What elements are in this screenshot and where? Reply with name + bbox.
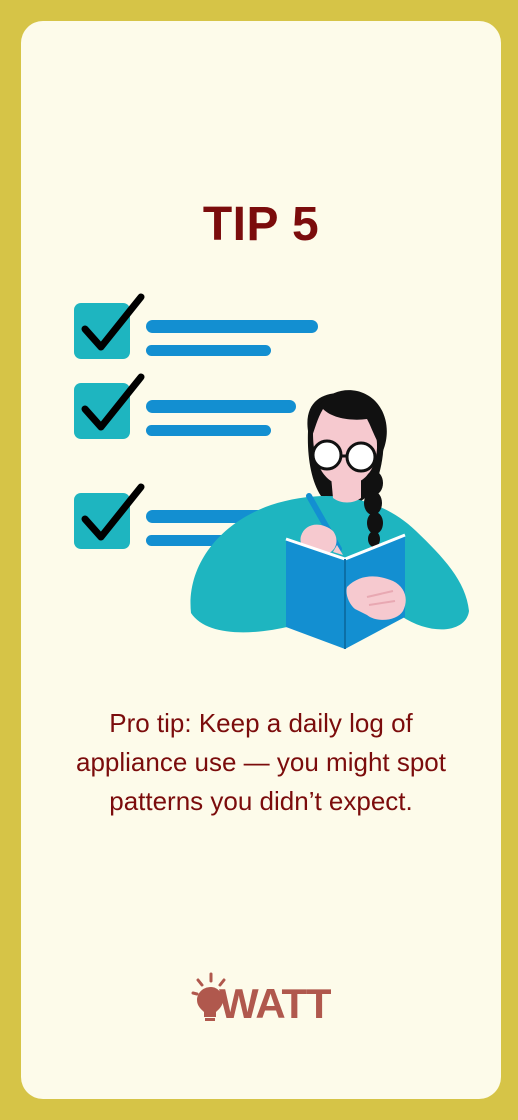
checklist-item-2 <box>74 373 296 439</box>
tip-title: TIP 5 <box>202 198 320 251</box>
tip-text: Pro tip: Keep a daily log of appliance u… <box>76 708 446 816</box>
logo-text: WATTS <box>219 980 331 1027</box>
list-line <box>146 425 271 436</box>
list-line <box>146 400 296 413</box>
watts-logo: WATTS <box>191 972 331 1027</box>
tip-card: TIP 5 Pro tip: Keep a daily log of appli… <box>21 21 501 1099</box>
checklist-item-1 <box>74 293 318 359</box>
list-line <box>146 320 318 333</box>
checklist-person-writing-illustration <box>74 293 469 649</box>
list-line <box>146 345 271 356</box>
